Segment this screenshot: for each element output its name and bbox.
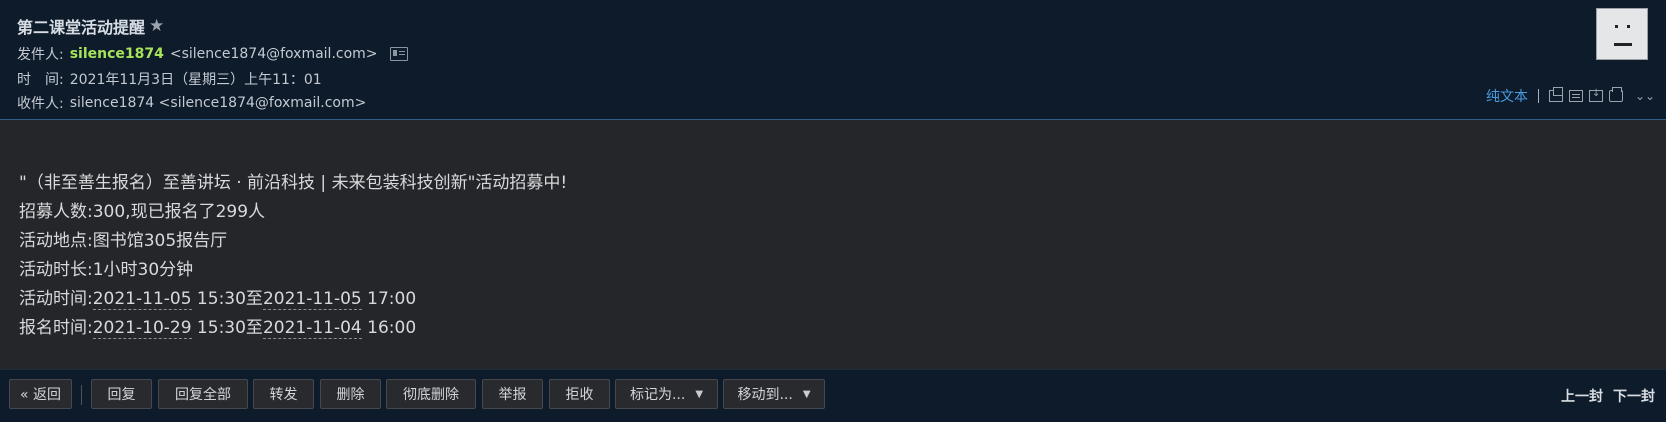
signup-end-date[interactable]: 2021-11-04 <box>262 318 362 339</box>
report-button[interactable]: 举报 <box>482 379 543 409</box>
time-label: 时 间: <box>17 72 64 88</box>
signup-time-line: 报名时间:2021-10-29 15:30至2021-11-04 16:00 <box>19 314 567 343</box>
activity-time-line: 活动时间:2021-11-05 15:30至2021-11-05 17:00 <box>19 285 567 314</box>
from-label: 发件人: <box>17 47 64 63</box>
prev-mail-link[interactable]: 上一封 <box>1561 386 1603 406</box>
move-to-dropdown[interactable]: 移动到... ▼ <box>723 379 825 409</box>
pager: 上一封 下一封 <box>1561 386 1655 406</box>
signup-time-label: 报名时间: <box>19 318 93 338</box>
time-row: 时 间: 2021年11月3日（星期三）上午11：01 <box>17 69 322 89</box>
body-line: "（非至善生报名）至善讲坛 · 前沿科技 | 未来包装科技创新"活动招募中! <box>19 173 568 193</box>
body-line: 活动地点:图书馆305报告厅 <box>19 231 228 251</box>
mail-subject: 第二课堂活动提醒 <box>17 18 146 37</box>
activity-start-date[interactable]: 2021-11-05 <box>92 289 192 310</box>
to-label: 收件人: <box>17 96 64 112</box>
download-icon[interactable] <box>1589 88 1603 102</box>
time-value: 2021年11月3日（星期三）上午11：01 <box>69 72 322 88</box>
subject-row: 第二课堂活动提醒 ★ <box>17 14 164 38</box>
plain-text-link[interactable]: 纯文本 <box>1486 86 1528 106</box>
forward-button[interactable]: 转发 <box>253 379 314 409</box>
signup-end-time: 16:00 <box>361 318 417 338</box>
contact-card-icon[interactable] <box>389 47 408 61</box>
star-icon[interactable]: ★ <box>149 17 164 35</box>
body-line: 招募人数:300,现已报名了299人 <box>19 202 266 222</box>
reply-all-button[interactable]: 回复全部 <box>158 379 248 409</box>
caret-down-icon: ▼ <box>802 388 811 400</box>
activity-time-label: 活动时间: <box>19 289 93 309</box>
sender-name[interactable]: silence1874 <box>70 46 164 62</box>
popout-icon[interactable] <box>1549 87 1563 102</box>
avatar-mouth <box>1614 43 1632 46</box>
body-lines: "（非至善生报名）至善讲坛 · 前沿科技 | 未来包装科技创新"活动招募中! 招… <box>19 169 567 343</box>
from-row: 发件人: silence1874 <silence1874@foxmail.co… <box>17 44 408 64</box>
to-row: 收件人: silence1874 <silence1874@foxmail.co… <box>17 93 366 113</box>
avatar-eye-right <box>1627 25 1630 28</box>
mark-as-dropdown[interactable]: 标记为... ▼ <box>615 379 718 409</box>
activity-end-time: 17:00 <box>361 289 417 309</box>
activity-start-time: 15:30至 <box>191 289 263 309</box>
move-to-label: 移动到... <box>737 387 793 403</box>
reply-button[interactable]: 回复 <box>91 379 152 409</box>
delete-button[interactable]: 删除 <box>320 379 381 409</box>
toolbar-separator <box>81 385 82 405</box>
next-mail-link[interactable]: 下一封 <box>1613 386 1655 406</box>
caret-down-icon: ▼ <box>695 388 704 400</box>
body-line: 活动时长:1小时30分钟 <box>19 260 194 280</box>
tool-separator <box>1538 89 1539 103</box>
chevron-double-down-icon[interactable]: ⌄⌄ <box>1635 90 1655 102</box>
mark-as-label: 标记为... <box>629 387 686 403</box>
avatar[interactable] <box>1596 8 1648 60</box>
note-icon[interactable] <box>1569 90 1583 102</box>
mail-body: "（非至善生报名）至善讲坛 · 前沿科技 | 未来包装科技创新"活动招募中! 招… <box>0 120 1666 369</box>
mail-reader: 第二课堂活动提醒 ★ 发件人: silence1874 <silence1874… <box>0 0 1666 422</box>
signup-start-time: 15:30至 <box>191 318 263 338</box>
avatar-eye-left <box>1615 25 1618 28</box>
signup-start-date[interactable]: 2021-10-29 <box>92 318 192 339</box>
sender-address: <silence1874@foxmail.com> <box>169 46 378 62</box>
back-button[interactable]: « 返回 <box>9 379 72 409</box>
bottom-toolbar: « 返回 回复 回复全部 转发 删除 彻底删除 举报 拒收 标记为... ▼ 移动… <box>0 369 1666 422</box>
activity-end-date[interactable]: 2021-11-05 <box>262 289 362 310</box>
recipient[interactable]: silence1874 <silence1874@foxmail.com> <box>70 95 367 111</box>
delete-permanently-button[interactable]: 彻底删除 <box>386 379 476 409</box>
mail-header: 第二课堂活动提醒 ★ 发件人: silence1874 <silence1874… <box>0 0 1666 120</box>
reject-button[interactable]: 拒收 <box>549 379 610 409</box>
print-icon[interactable] <box>1609 87 1623 102</box>
header-tools: 纯文本 ⌄⌄ <box>1486 86 1655 106</box>
